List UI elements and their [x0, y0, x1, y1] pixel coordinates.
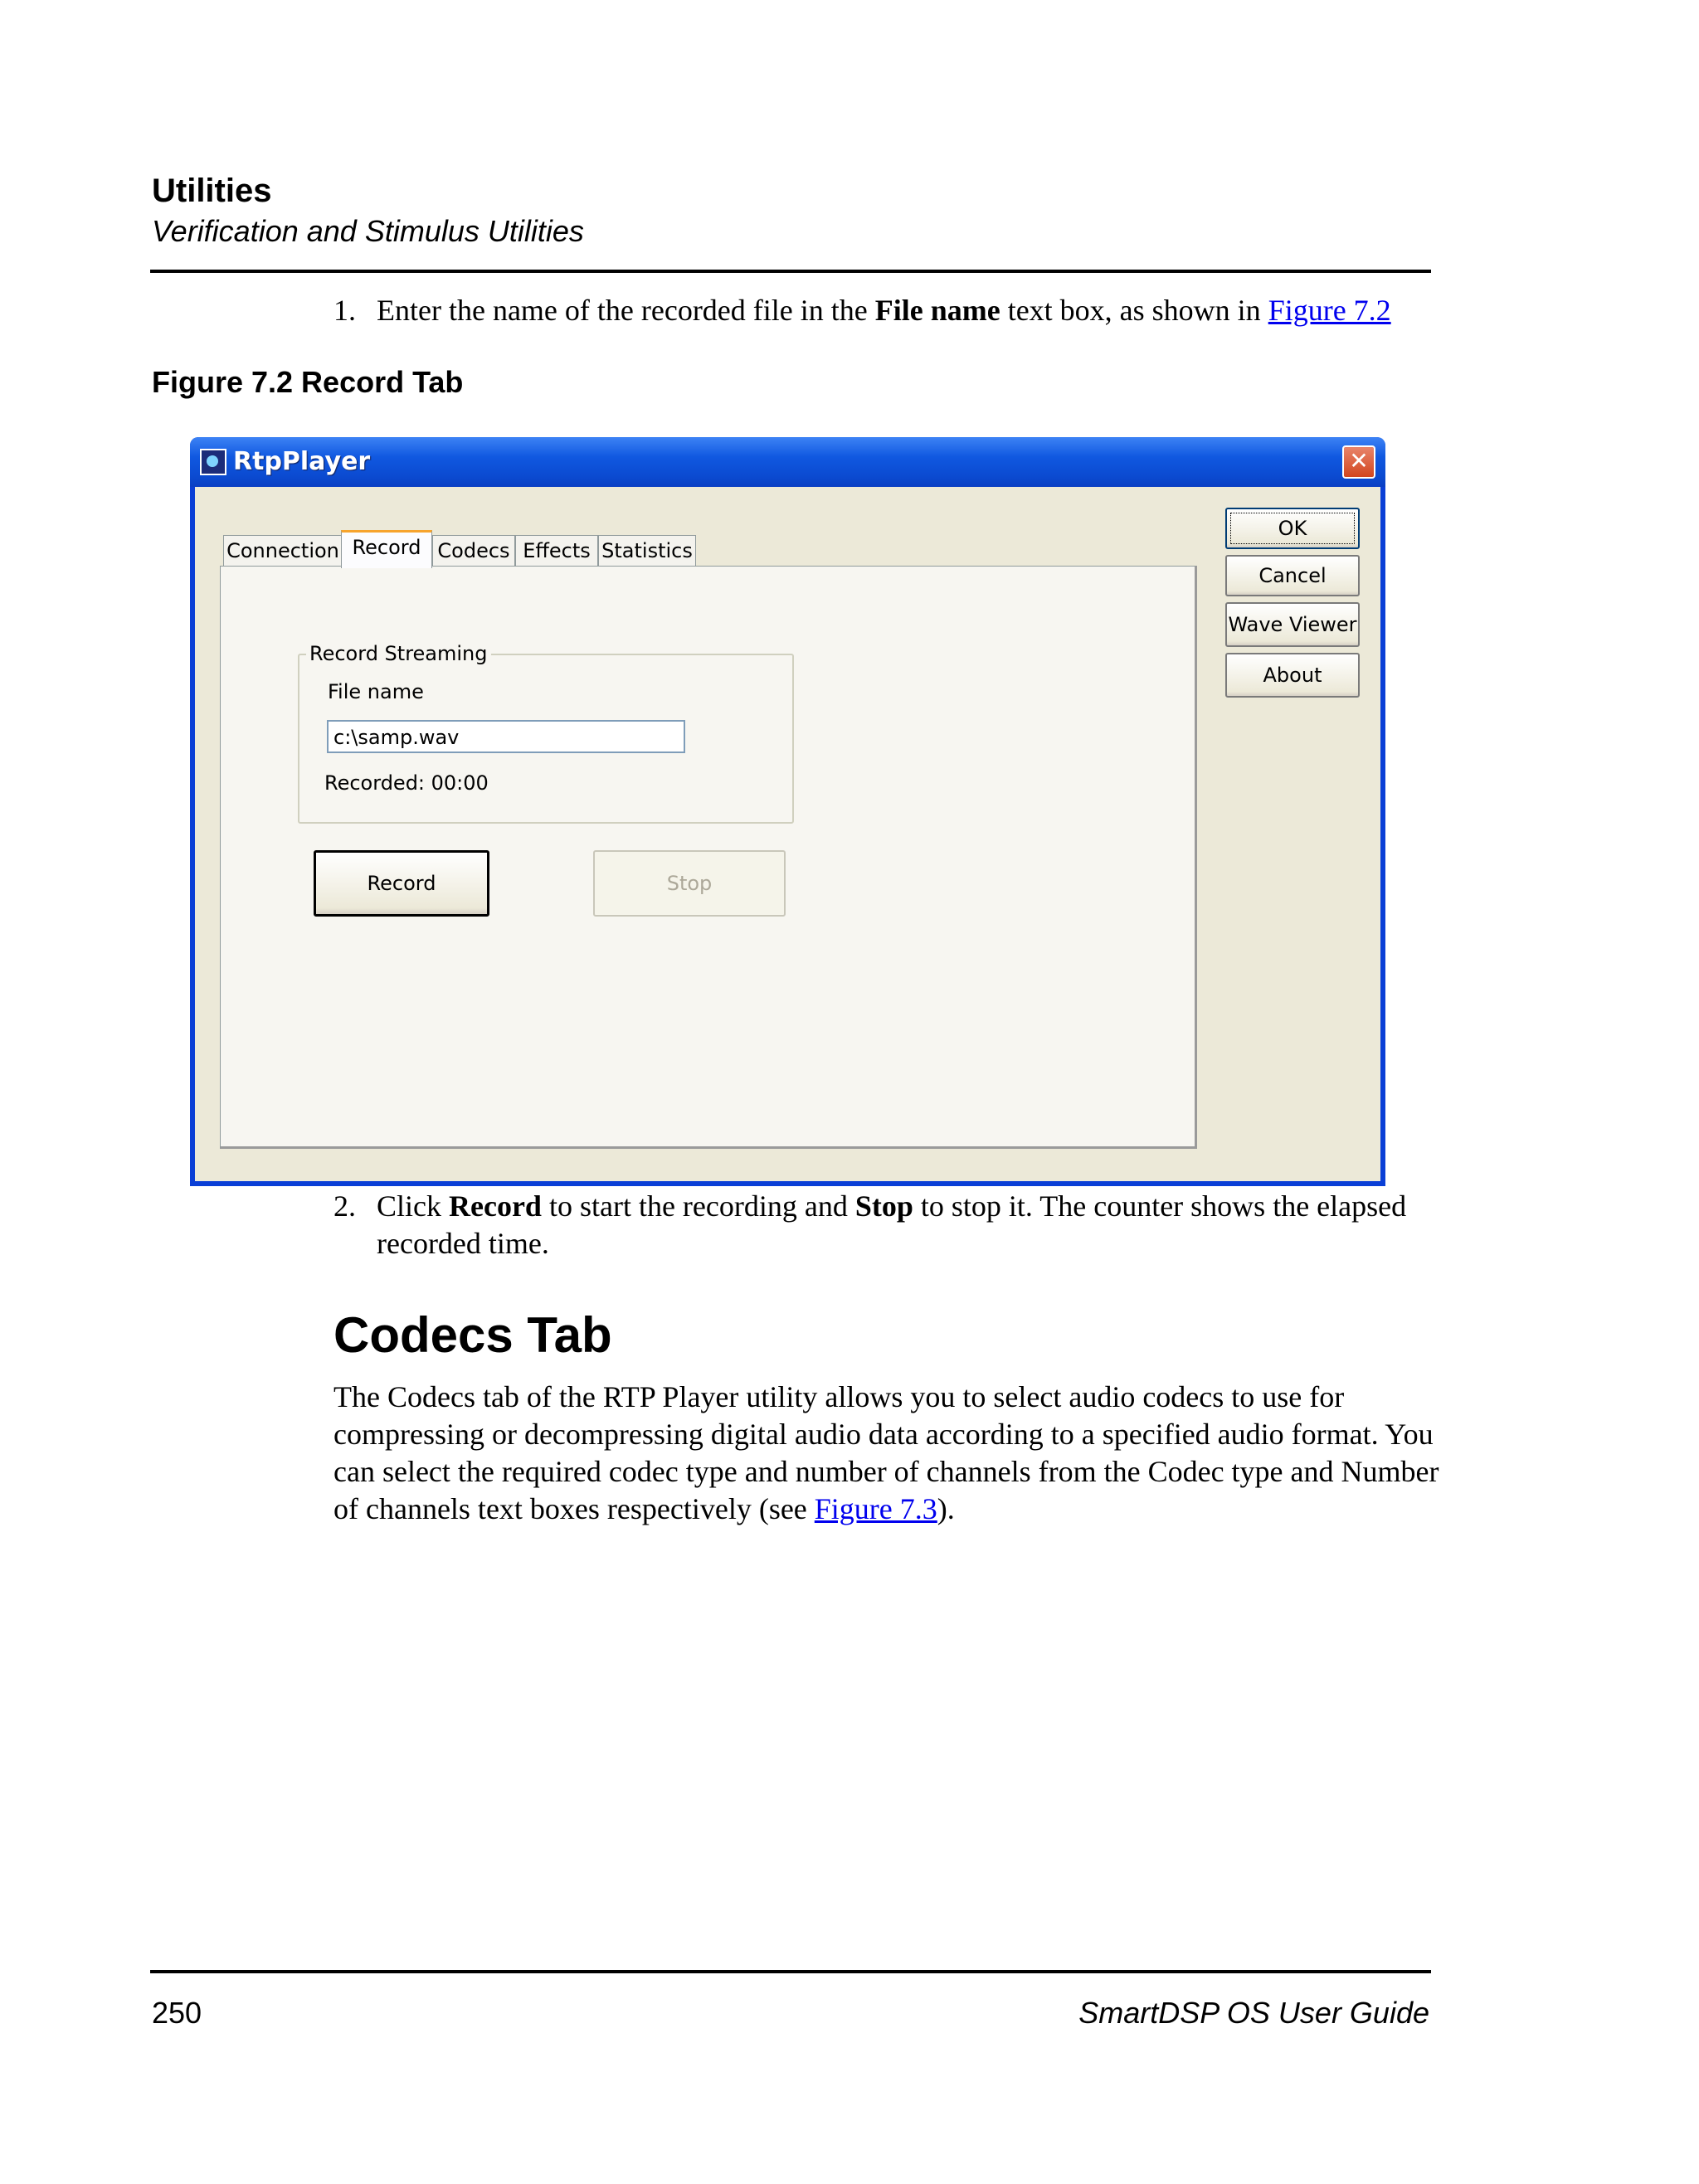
app-icon: [200, 449, 226, 475]
window-title: RtpPlayer: [233, 447, 371, 476]
recorded-counter: Recorded: 00:00: [324, 771, 489, 795]
title-bar[interactable]: RtpPlayer ✕: [190, 437, 1385, 487]
chapter-title: Utilities: [152, 173, 272, 209]
about-button[interactable]: About: [1225, 653, 1360, 698]
close-button[interactable]: ✕: [1342, 445, 1375, 479]
bold-term: Record: [449, 1189, 542, 1223]
step-number: 2.: [333, 1189, 356, 1223]
section-heading: Codecs Tab: [333, 1307, 612, 1363]
tab-codecs[interactable]: Codecs: [432, 535, 515, 567]
close-icon: ✕: [1349, 447, 1369, 474]
header-rule: [150, 270, 1431, 273]
section-body: The Codecs tab of the RTP Player utility…: [333, 1380, 1439, 1525]
tab-record[interactable]: Record: [341, 530, 432, 568]
step-number: 1.: [333, 294, 356, 327]
ok-button[interactable]: OK: [1225, 508, 1360, 549]
bold-term: File name: [874, 294, 1000, 327]
rtpplayer-window: RtpPlayer ✕ Connection Record Codecs Eff…: [190, 437, 1385, 1186]
figure-link[interactable]: Figure 7.3: [815, 1492, 937, 1525]
figure-caption: Figure 7.2 Record Tab: [152, 365, 464, 399]
wave-viewer-button[interactable]: Wave Viewer: [1225, 602, 1360, 647]
record-streaming-group: Record Streaming File name c:\samp.wav R…: [298, 642, 794, 824]
stop-button[interactable]: Stop: [593, 850, 786, 917]
group-title: Record Streaming: [306, 642, 491, 665]
record-tab-panel: Record Streaming File name c:\samp.wav R…: [220, 566, 1197, 1149]
bold-term: Stop: [854, 1189, 913, 1223]
footer-rule: [150, 1970, 1431, 1973]
page-number: 250: [152, 1996, 202, 2030]
record-button[interactable]: Record: [314, 850, 489, 917]
tab-effects[interactable]: Effects: [515, 535, 598, 567]
guide-title: SmartDSP OS User Guide: [1078, 1996, 1429, 2030]
tab-statistics[interactable]: Statistics: [598, 535, 696, 567]
tab-connection[interactable]: Connection: [223, 535, 343, 567]
section-subtitle: Verification and Stimulus Utilities: [152, 214, 584, 248]
file-name-field[interactable]: c:\samp.wav: [327, 720, 685, 753]
step-text: Click Record to start the recording and …: [377, 1189, 1407, 1260]
figure-link[interactable]: Figure 7.2: [1268, 294, 1391, 327]
step-text: Enter the name of the recorded file in t…: [377, 294, 1391, 327]
window-client: Connection Record Codecs Effects Statist…: [195, 487, 1380, 1181]
cancel-button[interactable]: Cancel: [1225, 555, 1360, 596]
file-name-label: File name: [328, 680, 424, 703]
